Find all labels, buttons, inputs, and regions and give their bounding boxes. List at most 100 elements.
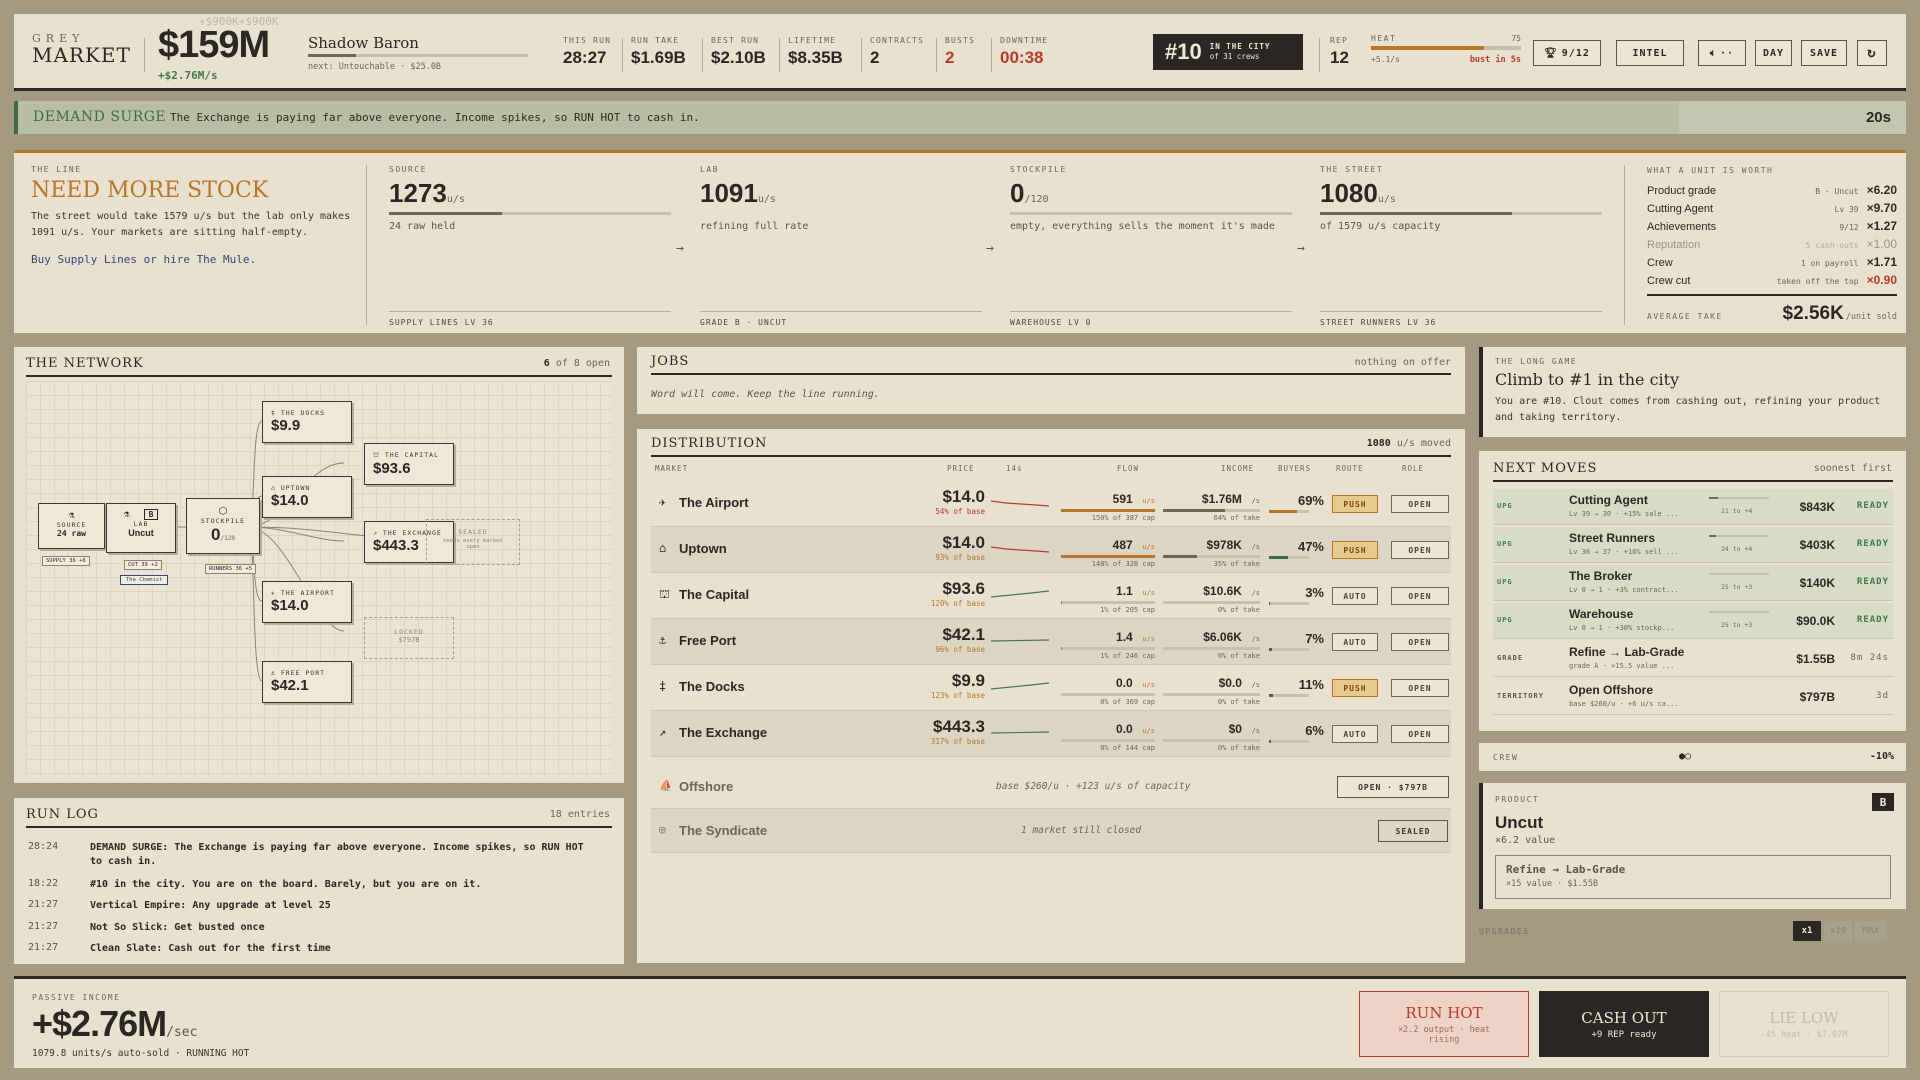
route-button[interactable]: PUSH [1332, 495, 1378, 513]
move-kind: UPG [1497, 616, 1513, 624]
brand: GREY MARKET [32, 32, 131, 67]
stat-rep: REP 12 [1330, 36, 1349, 67]
cash-out-button[interactable]: CASH OUT +9 REP ready [1539, 991, 1709, 1057]
tag-cut[interactable]: CUT 39 +2 [124, 560, 162, 570]
next-move-row[interactable]: UPG Street Runners Lv 36 → 37 · +16% sell … [1493, 527, 1893, 563]
sound-button[interactable]: 🔈︎ ·· [1698, 40, 1746, 66]
route-button[interactable]: PUSH [1332, 541, 1378, 559]
plane-icon: ✈ [271, 589, 281, 597]
multiplier-x1-button[interactable]: x1 [1793, 921, 1821, 941]
crew-panel[interactable]: CREW ●○ -10% [1479, 743, 1906, 771]
market-row[interactable]: ‡ The Docks $9.9 123% of base 0.0 u/s 0% of 3… [651, 665, 1451, 711]
route-button[interactable]: AUTO [1332, 633, 1378, 651]
next-move-row[interactable]: GRADE Refine → Lab-Grade grade A · ×15.5 v… [1493, 641, 1893, 677]
market-row[interactable]: ⚓ Free Port $42.1 96% of base 1.4 u/s 1% of 2… [651, 619, 1451, 665]
market-income-bar [1163, 555, 1260, 558]
node-source[interactable]: ⚗︎ SOURCE 24 raw [38, 503, 105, 549]
market-price-sub: 96% of base [935, 645, 985, 654]
line-kicker: THE LINE [31, 165, 82, 174]
street-bar [1320, 212, 1602, 215]
route-button[interactable]: AUTO [1332, 725, 1378, 743]
event-banner: DEMAND SURGE The Exchange is paying far … [14, 101, 1906, 134]
refine-title: Refine → Lab-Grade [1506, 863, 1626, 876]
street-column: THE STREET 1080u/s of 1579 u/s capacity [1320, 165, 1602, 232]
role-button[interactable]: OPEN [1391, 495, 1449, 513]
trophy-icon: 🏆︎ [1544, 47, 1558, 59]
heat-bar [1371, 46, 1521, 50]
reset-icon[interactable]: ↻ [1857, 40, 1887, 66]
next-moves-panel: NEXT MOVES soonest first UPG Cutting Agen… [1479, 451, 1906, 731]
market-price: $14.0 [942, 487, 985, 506]
role-button[interactable]: OPEN [1391, 725, 1449, 743]
intel-button[interactable]: INTEL [1616, 40, 1684, 66]
lab-column: LAB 1091u/s refining full rate [700, 165, 809, 232]
market-flow: 591 [1112, 492, 1133, 506]
role-button[interactable]: OPEN [1391, 633, 1449, 651]
tag-supply[interactable]: SUPPLY 36 +6 [42, 556, 90, 566]
line-cta[interactable]: Buy Supply Lines or hire The Mule. [31, 253, 351, 266]
product-value: ×6.2 value [1495, 835, 1556, 846]
refine-button[interactable]: Refine → Lab-Grade ×15 value · $1.55B [1495, 855, 1891, 899]
node-uptown[interactable]: ⌂ UPTOWN $14.0 [262, 476, 352, 518]
next-move-row[interactable]: UPG Cutting Agent Lv 39 → 30 · +15% sale .… [1493, 489, 1893, 525]
market-row[interactable]: ✈ The Airport $14.0 54% of base 591 u/s 150% … [651, 481, 1451, 527]
role-button[interactable]: OPEN [1391, 679, 1449, 697]
node-stockpile[interactable]: ⬡ STOCKPILE 0/120 [186, 498, 260, 554]
node-freeport[interactable]: ⚓ FREE PORT $42.1 [262, 661, 352, 703]
product-panel: PRODUCT B Uncut ×6.2 value Refine → Lab-… [1479, 783, 1906, 909]
distribution-moved: 1080 u/s moved [1366, 438, 1451, 449]
crew-dots: ●○ [1679, 751, 1692, 762]
market-income-bar [1163, 693, 1260, 696]
move-progress [1709, 535, 1769, 537]
lie-low-button[interactable]: LIE LOW -45 heat · $7.07M [1719, 991, 1889, 1057]
market-buyers-bar [1269, 740, 1309, 743]
market-buyers-bar [1269, 648, 1309, 651]
open-offshore-button[interactable]: OPEN · $797B [1337, 776, 1449, 798]
node-airport[interactable]: ✈ THE AIRPORT $14.0 [262, 581, 352, 623]
market-flow: 487 [1112, 538, 1133, 552]
row-syndicate: ◎ The Syndicate 1 market still closed SE… [651, 809, 1451, 853]
market-income: $978K [1206, 538, 1242, 552]
stat-contracts: CONTRACTS 2 [870, 36, 925, 67]
line-headline: NEED MORE STOCK [31, 178, 269, 203]
long-game-kicker: THE LONG GAME [1495, 357, 1578, 366]
node-capital[interactable]: ⛫ THE CAPITAL $93.6 [364, 443, 454, 485]
stat-busts: BUSTS 2 [945, 36, 976, 67]
banner-title: DEMAND SURGE [33, 109, 167, 125]
multiplier-max-button[interactable]: MAX [1855, 921, 1887, 941]
role-button[interactable]: OPEN [1391, 541, 1449, 559]
multiplier-x10-button[interactable]: x10 [1824, 921, 1852, 941]
route-button[interactable]: AUTO [1332, 587, 1378, 605]
building-icon: ⌂ [271, 484, 281, 492]
node-docks[interactable]: ‡ THE DOCKS $9.9 [262, 401, 352, 443]
crew-cut: -10% [1869, 751, 1894, 762]
next-move-row[interactable]: UPG The Broker Lv 0 → 1 · +3% contract... 2… [1493, 565, 1893, 601]
market-sparkline [991, 639, 1050, 642]
market-row[interactable]: ⌂ Uptown $14.0 93% of base 487 u/s 148% of 32… [651, 527, 1451, 573]
day-button[interactable]: DAY [1755, 40, 1792, 66]
achievements-button[interactable]: 🏆︎ 9/12 [1533, 40, 1601, 66]
market-price: $93.6 [942, 579, 985, 598]
jobs-note: Word will come. Keep the line running. [651, 389, 880, 400]
role-button[interactable]: OPEN [1391, 587, 1449, 605]
next-move-row[interactable]: TERRITORY Open Offshore base $260/u · +6 u… [1493, 679, 1893, 715]
node-sealed: SEALED needs every market open [426, 519, 520, 565]
market-row[interactable]: ↗ The Exchange $443.3 317% of base 0.0 u/s 0%… [651, 711, 1451, 757]
market-icon: ✈ [659, 495, 667, 509]
passive-income: +$2.76M/sec [32, 1003, 198, 1044]
move-cost: $843K [1799, 500, 1835, 514]
run-hot-button[interactable]: RUN HOT ×2.2 output · heat rising [1359, 991, 1529, 1057]
save-button[interactable]: SAVE [1801, 40, 1847, 66]
route-button[interactable]: PUSH [1332, 679, 1378, 697]
tag-runners[interactable]: RUNNERS 36 +5 [205, 564, 257, 574]
market-flow-sub: 0% of 144 cap [1100, 744, 1155, 752]
tag-chemist[interactable]: The Chemist [120, 575, 169, 585]
heat-meter: HEAT 75 +5.1/s bust in 5s [1371, 34, 1521, 65]
next-move-row[interactable]: UPG Warehouse Lv 0 → 1 · +30% stockp... 25 … [1493, 603, 1893, 639]
market-sparkline [991, 731, 1050, 734]
market-buyers: 3% [1305, 585, 1324, 600]
market-row[interactable]: ⛫ The Capital $93.6 120% of base 1.1 u/s 1% o… [651, 573, 1451, 619]
move-cost: $90.0K [1796, 614, 1835, 628]
node-lab[interactable]: ⚗︎ B LAB Uncut [106, 503, 176, 553]
move-name: Street Runners [1569, 531, 1656, 545]
